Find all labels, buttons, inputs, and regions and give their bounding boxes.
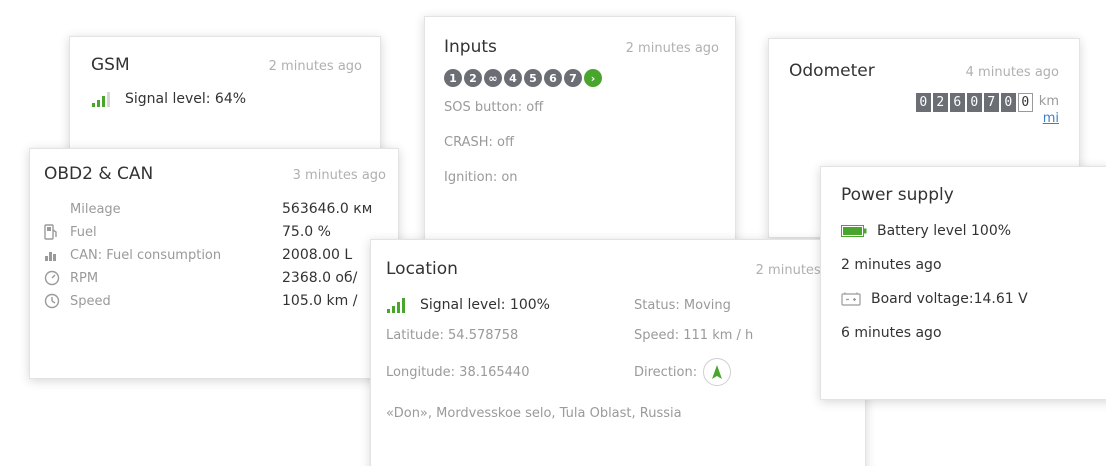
obd-label: Fuel [70, 224, 97, 240]
obd-row-fuel: Fuel 75.0 % [44, 221, 386, 243]
gsm-title: GSM [91, 55, 130, 75]
board-voltage: Board voltage:14.61 V [871, 291, 1028, 307]
battery-level: Battery level 100% [877, 223, 1012, 239]
voltage-updated: 6 minutes ago [841, 325, 942, 341]
odometer-digit: 0 [1000, 93, 1016, 112]
input-chip-active[interactable]: › [584, 69, 602, 87]
obd-title: OBD2 & CAN [44, 164, 154, 184]
odometer-title: Odometer [789, 61, 875, 81]
power-supply-card: Power supply Battery level 100% 2 minute… [820, 166, 1106, 400]
odometer-updated: 4 minutes ago [965, 65, 1059, 80]
obd-value: 2368.0 об/ [282, 270, 358, 286]
location-latitude: Latitude: 54.578758 [386, 328, 519, 343]
battery-updated: 2 minutes ago [841, 257, 942, 273]
odometer-digit: 6 [949, 93, 965, 112]
input-chip[interactable]: 4 [504, 69, 522, 87]
sos-status: SOS button: off [444, 100, 544, 115]
odometer-digit: 0 [915, 93, 931, 112]
obd-value: 105.0 km / [282, 293, 358, 309]
power-title: Power supply [841, 185, 954, 205]
gsm-card: GSM 2 minutes ago Signal level: 64% [69, 36, 381, 156]
direction-arrow-icon [703, 358, 732, 386]
unit-mi-link[interactable]: mi [1039, 110, 1059, 127]
location-status: Status: Moving [634, 297, 731, 313]
odometer-digit: 2 [932, 93, 948, 112]
location-title: Location [386, 259, 458, 279]
signal-bars-icon [91, 91, 113, 107]
obd-value: 563646.0 км [282, 201, 373, 217]
dashboard-widgets: GSM 2 minutes ago Signal level: 64% Inpu… [0, 0, 1106, 466]
fuel-consumption-icon [44, 248, 70, 262]
gsm-signal-level: Signal level: 64% [125, 91, 247, 107]
unit-km: km [1038, 94, 1059, 109]
location-longitude: Longitude: 38.165440 [386, 364, 530, 380]
fuel-pump-icon [44, 224, 70, 240]
direction-label: Direction: [634, 364, 698, 380]
obd-can-card: OBD2 & CAN 3 minutes ago Mileage 563646.… [29, 148, 399, 379]
obd-row-rpm: RPM 2368.0 об/ [44, 267, 386, 289]
odometer-digits: 0 2 6 0 7 0 0 [915, 93, 1033, 112]
odometer-digit: 7 [983, 93, 999, 112]
obd-value: 2008.00 L [282, 247, 353, 263]
input-chip[interactable]: 5 [524, 69, 542, 87]
inputs-updated: 2 minutes ago [625, 41, 719, 56]
inputs-title: Inputs [444, 37, 497, 57]
input-chip[interactable]: 7 [564, 69, 582, 87]
obd-label: RPM [70, 270, 99, 286]
signal-bars-icon [386, 297, 408, 313]
obd-row-mileage: Mileage 563646.0 км [44, 198, 386, 220]
battery-icon [841, 225, 867, 237]
odometer-digit-last: 0 [1017, 93, 1033, 112]
odometer-digit: 0 [966, 93, 982, 112]
obd-row-speed: Speed 105.0 km / [44, 290, 386, 312]
obd-label: CAN: Fuel consumption [70, 247, 222, 263]
inputs-card: Inputs 2 minutes ago 1 2 ∞ 4 5 6 7 › SOS… [424, 16, 736, 262]
board-voltage-icon [841, 292, 861, 306]
speedometer-icon [44, 293, 70, 309]
location-address: «Don», Mordvesskoe selo, Tula Oblast, Ru… [386, 406, 682, 421]
input-chips: 1 2 ∞ 4 5 6 7 › [444, 69, 719, 87]
location-signal-level: Signal level: 100% [420, 297, 550, 313]
obd-label: Mileage [70, 201, 121, 217]
input-chip[interactable]: ∞ [484, 69, 502, 87]
obd-updated: 3 minutes ago [292, 168, 386, 183]
crash-status: CRASH: off [444, 135, 514, 150]
obd-value: 75.0 % [282, 224, 331, 240]
input-chip[interactable]: 2 [464, 69, 482, 87]
location-card: Location 2 minutes ago Signal level: 100… [370, 239, 866, 466]
obd-label: Speed [70, 293, 111, 309]
location-speed: Speed: 111 km / h [634, 328, 754, 343]
input-chip[interactable]: 1 [444, 69, 462, 87]
input-chip[interactable]: 6 [544, 69, 562, 87]
obd-row-fuel-consumption: CAN: Fuel consumption 2008.00 L [44, 244, 386, 266]
rpm-gauge-icon [44, 270, 70, 286]
ignition-status: Ignition: on [444, 170, 518, 185]
gsm-updated: 2 minutes ago [268, 59, 362, 74]
